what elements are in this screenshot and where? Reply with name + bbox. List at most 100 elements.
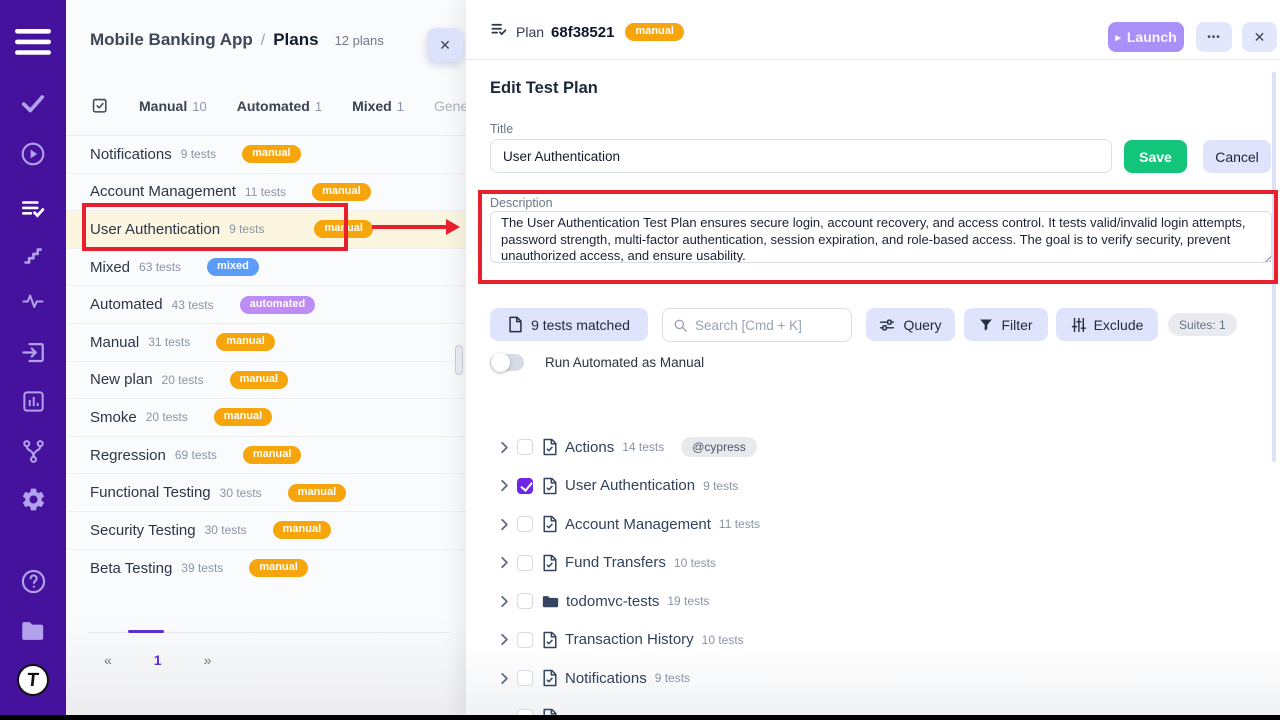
plan-id: 68f38521 — [551, 24, 614, 41]
suite-row-transaction-history[interactable]: Transaction History 10 tests — [466, 621, 1280, 660]
status-badge: manual — [214, 408, 273, 426]
chevron-right-icon[interactable] — [496, 670, 514, 687]
chevron-right-icon[interactable] — [496, 631, 514, 648]
logo-letter: T — [26, 671, 40, 690]
play-circle-icon[interactable] — [0, 139, 66, 169]
suite-checkbox[interactable] — [517, 632, 533, 648]
plan-row-new-plan[interactable]: New plan 20 tests manual — [66, 362, 466, 400]
breadcrumb-project[interactable]: Mobile Banking App — [90, 30, 253, 50]
activity-icon[interactable] — [0, 286, 66, 316]
run-automated-toggle-row: Run Automated as Manual — [490, 354, 704, 371]
pagination-next-button[interactable]: » — [196, 648, 220, 672]
more-options-button[interactable]: ••• — [1196, 22, 1232, 52]
file-icon — [508, 316, 523, 333]
breadcrumb: Mobile Banking App / Plans 12 plans — [90, 30, 384, 50]
file-check-icon — [542, 438, 558, 456]
plan-row-manual[interactable]: Manual 31 tests manual — [66, 324, 466, 362]
filter-funnel-icon — [979, 318, 993, 332]
suite-row-account-management[interactable]: Account Management 11 tests — [466, 505, 1280, 544]
projects-folder-icon[interactable] — [0, 617, 66, 647]
plan-row-security-testing[interactable]: Security Testing 30 tests manual — [66, 512, 466, 550]
plan-row-functional-testing[interactable]: Functional Testing 30 tests manual — [66, 474, 466, 512]
status-badge: manual — [314, 220, 373, 238]
run-automated-toggle[interactable] — [490, 354, 524, 371]
suite-checkbox[interactable] — [517, 593, 533, 609]
suite-row-user-authentication[interactable]: User Authentication 9 tests — [466, 467, 1280, 506]
help-icon[interactable] — [0, 566, 66, 596]
status-badge: manual — [230, 371, 289, 389]
plan-row-user-authentication[interactable]: User Authentication 9 tests manual — [66, 211, 466, 249]
plan-row-automated[interactable]: Automated 43 tests automated — [66, 286, 466, 324]
pagination-page-1[interactable]: 1 — [142, 648, 174, 672]
plans-scrollbar-thumb[interactable] — [455, 345, 463, 375]
title-input[interactable] — [490, 139, 1112, 173]
menu-icon[interactable] — [0, 27, 66, 57]
suite-checkbox-checked[interactable] — [517, 478, 533, 494]
plan-row-smoke[interactable]: Smoke 20 tests manual — [66, 399, 466, 437]
filter-button[interactable]: Filter — [964, 308, 1048, 341]
app-screen: T Mobile Banking App / Plans 12 plans ✕ … — [0, 0, 1280, 720]
plan-row-regression[interactable]: Regression 69 tests manual — [66, 437, 466, 475]
suites-count-badge: Suites: 1 — [1168, 313, 1237, 336]
bottom-bar — [0, 715, 1280, 720]
breadcrumb-section[interactable]: Plans — [273, 30, 318, 50]
tab-general[interactable]: Gener — [434, 98, 466, 114]
suite-row-notifications[interactable]: Notifications 9 tests — [466, 659, 1280, 698]
steps-icon[interactable] — [0, 240, 66, 270]
exclude-button[interactable]: Exclude — [1056, 308, 1158, 341]
status-badge: mixed — [207, 258, 259, 276]
chevron-right-icon[interactable] — [496, 593, 514, 610]
plan-panel-scrollbar[interactable] — [1272, 72, 1276, 462]
plans-panel: Mobile Banking App / Plans 12 plans ✕ Ma… — [66, 0, 466, 720]
plan-row-beta-testing[interactable]: Beta Testing 39 tests manual — [66, 550, 466, 588]
app-logo[interactable]: T — [0, 665, 66, 695]
plans-tab-bar: Manual 10 Automated 1 Mixed 1 Gener — [90, 96, 466, 115]
check-icon[interactable] — [0, 88, 66, 118]
suites-list: Actions 14 tests @cypress User Authentic… — [466, 428, 1280, 720]
query-button[interactable]: Query — [866, 308, 955, 341]
pagination: « 1 » — [96, 648, 219, 672]
search-icon — [673, 318, 688, 333]
launch-button[interactable]: ▸ Launch — [1108, 22, 1184, 52]
plans-list: Notifications 9 tests manual Account Man… — [66, 135, 466, 587]
suite-checkbox[interactable] — [517, 516, 533, 532]
plan-row-account-management[interactable]: Account Management 11 tests manual — [66, 174, 466, 212]
edit-plan-heading: Edit Test Plan — [490, 79, 598, 98]
pagination-prev-button[interactable]: « — [96, 648, 120, 672]
suite-checkbox[interactable] — [517, 670, 533, 686]
plan-row-mixed[interactable]: Mixed 63 tests mixed — [66, 249, 466, 287]
search-input[interactable] — [695, 318, 841, 333]
settings-gear-icon[interactable] — [0, 484, 66, 514]
chevron-right-icon[interactable] — [496, 516, 514, 533]
suite-checkbox[interactable] — [517, 555, 533, 571]
test-plans-icon[interactable] — [0, 194, 66, 224]
plan-row-notifications[interactable]: Notifications 9 tests manual — [66, 136, 466, 174]
file-check-icon — [542, 477, 558, 495]
main-sidebar: T — [0, 0, 66, 720]
tab-mixed[interactable]: Mixed 1 — [352, 98, 404, 114]
select-all-icon[interactable] — [90, 96, 109, 115]
chevron-right-icon[interactable] — [496, 554, 514, 571]
plan-type-label: Plan — [516, 24, 544, 40]
suite-row-todomvc-tests[interactable]: todomvc-tests 19 tests — [466, 582, 1280, 621]
cancel-button[interactable]: Cancel — [1203, 140, 1271, 173]
chevron-right-icon[interactable] — [496, 477, 514, 494]
plan-detail-close-button[interactable]: ✕ — [1242, 22, 1277, 52]
suite-row-fund-transfers[interactable]: Fund Transfers 10 tests — [466, 544, 1280, 583]
tab-automated[interactable]: Automated 1 — [237, 98, 322, 114]
tab-manual[interactable]: Manual 10 — [139, 98, 207, 114]
analytics-icon[interactable] — [0, 386, 66, 416]
suite-row-actions[interactable]: Actions 14 tests @cypress — [466, 428, 1280, 467]
suite-checkbox[interactable] — [517, 439, 533, 455]
plans-panel-close-button[interactable]: ✕ — [427, 28, 463, 62]
import-run-icon[interactable] — [0, 337, 66, 367]
tests-matched-button[interactable]: 9 tests matched — [490, 308, 648, 341]
save-button[interactable]: Save — [1124, 140, 1187, 173]
description-textarea[interactable]: The User Authentication Test Plan ensure… — [490, 211, 1272, 263]
query-sliders-icon — [879, 317, 895, 333]
branch-icon[interactable] — [0, 436, 66, 466]
title-label: Title — [490, 122, 513, 136]
chevron-right-icon[interactable] — [496, 439, 514, 456]
plan-type-icon — [490, 20, 509, 44]
status-badge: manual — [312, 183, 371, 201]
